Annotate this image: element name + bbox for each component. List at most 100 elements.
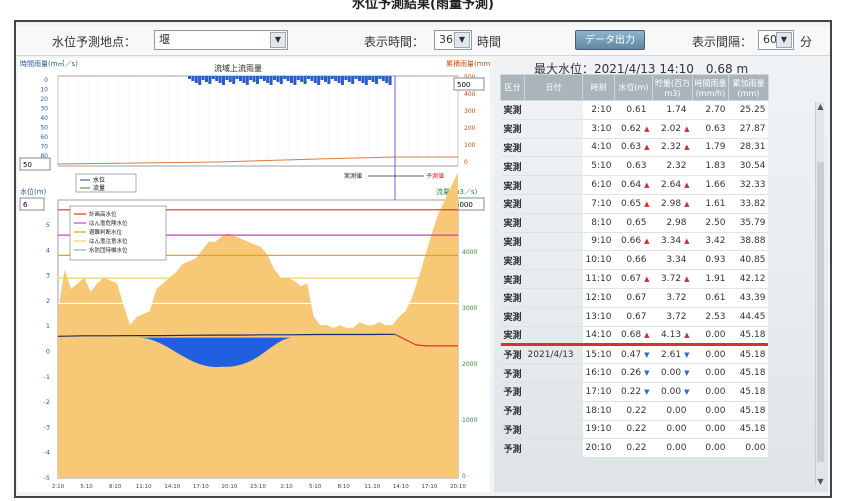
rain-right-scale-value: 500 [457,81,470,89]
row-time: 7:10 [582,194,615,214]
station-label: 水位予測地点： [52,35,137,49]
row-time: 16:10 [582,363,615,383]
interval-select[interactable]: 60 ▼ [758,30,794,50]
table-row: 予測 19:10 0.22 0.00 0.00 45.18 [500,420,769,440]
display-time-select[interactable]: 36 ▼ [434,30,472,50]
rain-right-tick: 0 [464,159,468,166]
control-bar: 水位予測地点： 堰 ▼ 表示時間： 36 ▼ 時間 データ出力 表示間隔： 60… [16,26,830,56]
row-kind-value: 実測 [503,237,522,248]
rain-bar [388,76,392,85]
page-heading: 水位予測結果(雨量予測) [352,0,494,12]
station-select[interactable]: 堰 ▼ [154,30,288,50]
row-kind-value: 予測 [503,369,522,380]
table-row: 予測 17:10 0.22 ▼ 0.00 ▼ 0.00 45.18 [500,382,769,402]
rain-bar [191,76,195,81]
rain-bar [222,76,225,85]
row-level-value: 0.22 [621,386,642,397]
row-cumulative-value: 38.88 [739,236,766,247]
rain-bar [313,76,317,83]
row-cumulative: 45.18 [728,363,769,383]
x-axis-tick: 14:10 [393,484,409,490]
row-cumulative-value: 45.18 [739,349,766,360]
scrollbar-thumb[interactable] [817,162,824,462]
trend-up-icon: ▲ [644,330,650,339]
row-storage: 3.72 [652,288,693,308]
row-cumulative: 27.87 [728,119,769,139]
rain-bar [273,76,276,80]
data-table-panel: 最大水位：2021/4/13 14:10 0.68 m 区分 日付 時刻 水位(… [494,58,828,492]
row-rain: 0.00 [692,420,729,440]
row-date [524,438,583,459]
export-data-button[interactable]: データ出力 [575,30,645,50]
row-time: 13:10 [582,307,615,327]
level-left-tick: 5 [46,221,50,229]
rain-left-scale-value: 50 [23,161,32,169]
charts-area: 時間雨量(m㎥／s) 累積雨量(mm) 流域上流雨量 0 10 20 30 40 50 60… [18,58,493,492]
interval-unit: 分 [800,35,813,49]
row-time-value: 13:10 [585,311,612,322]
rain-bar [208,76,212,84]
rain-bar [330,76,334,79]
legend-water-label: 水位 [93,176,105,184]
rain-bar [364,76,368,85]
row-time-value: 11:10 [585,274,612,285]
col-header-time: 時刻 [582,74,615,101]
trend-up-icon: ▲ [644,181,650,190]
rain-bar [235,76,239,79]
row-time: 20:10 [582,438,615,459]
row-time: 8:10 [582,213,615,233]
table-row: 予測 16:10 0.26 ▼ 0.00 ▼ 0.00 45.18 [500,363,769,383]
col-header-cumulative: 累加雨量(mm) [727,74,769,101]
row-cumulative: 45.18 [728,382,769,402]
rain-bar [344,76,348,80]
x-axis-tick: 20:10 [450,484,466,490]
row-rain: 2.70 [692,100,729,120]
col-header-date: 日付 [524,74,584,101]
table-row: 実測 10:10 0.66 3.34 0.93 40.85 [500,250,769,271]
row-rain: 0.00 [692,326,729,346]
table-row: 実測 6:10 0.64 ▲ 2.64 ▲ 1.66 32.33 [500,175,769,195]
row-date-value: 2021/4/13 [527,349,574,360]
row-time-value: 20:10 [585,443,612,454]
row-level-value: 0.65 [621,198,642,209]
row-kind-value: 実測 [503,331,522,342]
row-level-value: 0.63 [621,142,642,153]
row-date [524,307,583,327]
rain-chart-title: 流域上流雨量 [214,63,262,73]
row-cumulative: 38.88 [728,232,769,252]
level-right-tick: 0 [462,473,466,480]
row-time-value: 3:10 [591,123,612,134]
rain-bar [228,76,232,82]
row-level-value: 0.65 [626,217,647,228]
scroll-up-icon[interactable]: ▲ [816,102,825,111]
rain-bar [252,76,256,82]
row-rain-value: 1.91 [705,274,726,285]
rain-left-tick: 50 [40,125,48,132]
row-rain-value: 0.00 [705,405,726,416]
row-level: 0.67 [614,307,653,327]
row-storage: 3.34 ▲ [652,232,693,252]
rain-bar [351,76,355,84]
interval-value: 60 [763,33,777,46]
scroll-down-icon[interactable]: ▼ [816,477,825,486]
x-axis-tick: 5:10 [80,484,93,490]
row-rain-value: 3.42 [705,236,726,247]
level-left-tick: 1 [46,322,50,330]
row-cumulative: 0.00 [728,438,769,459]
table-row: 実測 12:10 0.67 3.72 0.61 43.39 [500,288,769,308]
row-rain-value: 1.79 [705,142,726,153]
rain-bar [283,76,287,79]
rain-bar [269,76,273,85]
row-kind: 実測 [500,100,525,120]
row-kind: 予測 [500,382,525,402]
row-cumulative-value: 45.18 [739,405,766,416]
table-scrollbar[interactable]: ▲ ▼ [815,102,824,486]
row-storage: 2.32 [652,156,693,177]
rain-bar [262,76,266,81]
row-cumulative-value: 27.87 [739,123,766,134]
rain-bar [327,76,331,84]
row-storage-value: 3.72 [666,311,687,322]
rain-left-tick: 40 [40,115,48,122]
row-date [524,420,583,440]
x-axis-tick: 5:10 [309,484,322,490]
